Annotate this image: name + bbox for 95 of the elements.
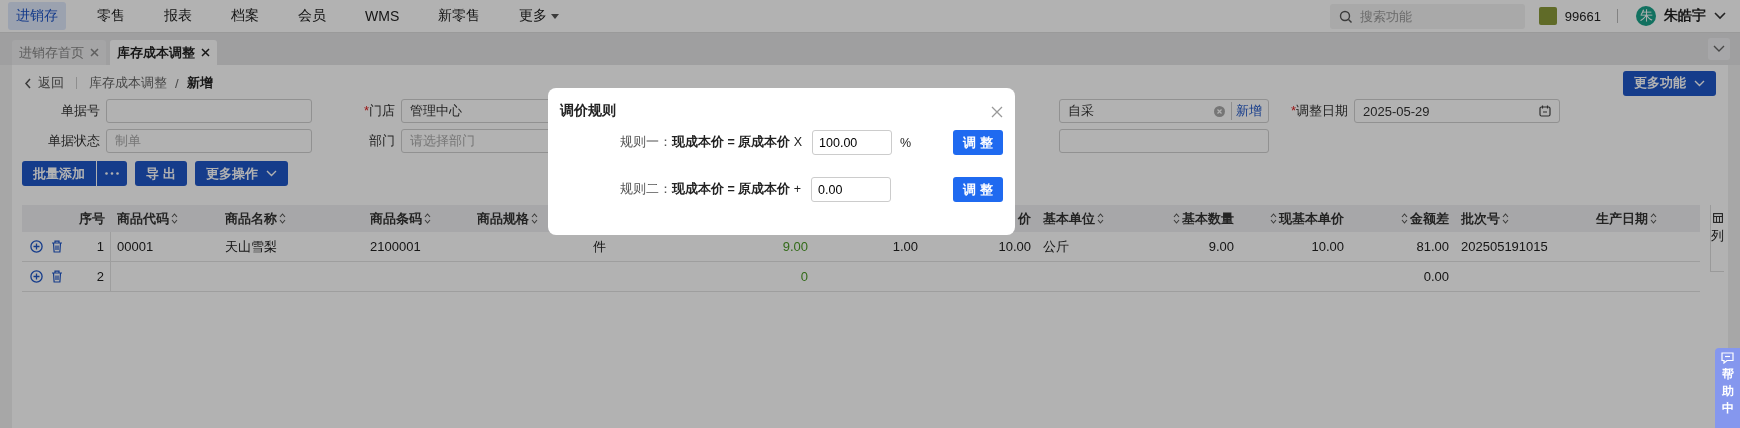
user-name[interactable]: 朱皓宇	[1664, 7, 1706, 25]
tabs-dropdown-button[interactable]	[1708, 38, 1730, 60]
breadcrumb-link[interactable]: 库存成本调整	[89, 74, 167, 92]
table-cell: 1	[96, 239, 104, 254]
rule-label: 规则一：	[620, 134, 672, 151]
sort-icon[interactable]	[531, 213, 538, 224]
table-cell: 公斤	[1043, 237, 1069, 256]
chevron-down-icon	[1713, 45, 1725, 53]
sort-icon[interactable]	[279, 213, 286, 224]
sort-icon[interactable]	[1401, 213, 1408, 224]
ellipsis-icon	[105, 172, 119, 175]
field-label: *门店	[363, 102, 395, 120]
sort-icon[interactable]	[1097, 213, 1104, 224]
column-settings-button[interactable]: 列	[1710, 205, 1724, 272]
breadcrumb-current: 新增	[186, 74, 213, 92]
add-row-icon[interactable]	[30, 270, 43, 283]
column-header[interactable]: 批次号	[1461, 209, 1509, 228]
column-header[interactable]: 基本数量	[1173, 209, 1234, 228]
column-header[interactable]: 商品条码	[370, 209, 431, 228]
select-field[interactable]: 自采 新增	[1059, 99, 1269, 123]
field-label: 单据状态	[48, 132, 100, 150]
field-label: *调整日期	[1291, 102, 1349, 120]
column-header[interactable]: 商品规格	[477, 209, 538, 228]
rule-formula: 现成本价 = 原成本价 X	[672, 134, 803, 151]
column-header[interactable]: 金额差	[1401, 209, 1449, 228]
breadcrumb-separator: /	[175, 75, 179, 91]
nav-menu-item[interactable]: 更多	[511, 2, 568, 30]
input-field[interactable]	[106, 99, 312, 123]
close-icon[interactable]	[201, 48, 210, 57]
sort-icon[interactable]	[424, 213, 431, 224]
nav-menu-item[interactable]: 会员	[290, 2, 334, 30]
page-tab[interactable]: 库存成本调整	[110, 40, 217, 65]
sort-icon[interactable]	[1650, 213, 1657, 224]
field-label: 部门	[369, 132, 395, 150]
field-label: 单据号	[61, 102, 100, 120]
chevron-down-icon[interactable]	[1714, 12, 1726, 20]
unit-label: %	[900, 135, 912, 150]
table-cell: 2100001	[370, 239, 421, 254]
column-header[interactable]: 序号	[79, 209, 105, 228]
table-cell: 202505191015	[1461, 239, 1548, 254]
chevron-down-icon	[265, 170, 277, 177]
chevron-down-icon	[1694, 79, 1705, 87]
sort-icon[interactable]	[171, 213, 178, 224]
chat-icon	[1721, 352, 1734, 364]
more-actions-button[interactable]: 更多操作	[194, 161, 288, 186]
add-row-icon[interactable]	[30, 240, 43, 253]
trash-icon[interactable]	[51, 270, 63, 283]
more-functions-button[interactable]: 更多功能	[1623, 70, 1716, 96]
table-cell: 0.00	[1423, 269, 1449, 284]
sort-icon[interactable]	[1502, 213, 1509, 224]
input-field[interactable]	[1059, 129, 1269, 153]
columns-icon	[1712, 213, 1723, 223]
table-cell: 00001	[117, 239, 154, 254]
date-field[interactable]: 2025-05-29	[1354, 99, 1561, 123]
export-button[interactable]: 导 出	[135, 161, 187, 186]
table-cell: 0	[800, 269, 808, 284]
nav-menu-item[interactable]: 进销存	[8, 2, 66, 30]
account-number: 99661	[1564, 8, 1601, 24]
table-cell: 2	[96, 269, 104, 284]
more-options-button[interactable]	[97, 161, 127, 186]
nav-menu-item[interactable]: 零售	[89, 2, 133, 30]
sort-icon[interactable]	[1270, 213, 1277, 224]
table-cell: 天山雪梨	[225, 237, 277, 256]
trash-icon[interactable]	[51, 240, 63, 253]
column-header[interactable]: 生产日期	[1596, 209, 1657, 228]
table-cell: 1.00	[892, 239, 918, 254]
column-header[interactable]: 现基本单价	[1270, 209, 1344, 228]
column-header[interactable]: 价	[1018, 209, 1031, 228]
table-cell: 件	[592, 237, 606, 256]
search-icon	[1338, 9, 1353, 24]
photo-placeholder	[1538, 7, 1557, 25]
nav-menu-item[interactable]: 档案	[223, 2, 267, 30]
nav-menu-item[interactable]: WMS	[357, 3, 408, 29]
nav-menu-item[interactable]: 报表	[156, 2, 200, 30]
chevron-left-icon	[24, 77, 32, 89]
rule-label: 规则二：	[620, 181, 672, 198]
table-cell: 9.00	[782, 239, 808, 254]
adjust-button[interactable]: 调 整	[953, 177, 1003, 202]
back-link[interactable]: 返回	[22, 74, 64, 92]
sort-icon[interactable]	[1173, 213, 1180, 224]
column-header[interactable]: 商品名称	[225, 209, 286, 228]
table-cell: 9.00	[1208, 239, 1234, 254]
rule-formula: 现成本价 = 原成本价 +	[672, 181, 802, 198]
add-link[interactable]: 新增	[1231, 102, 1266, 120]
input-field[interactable]: 0.00	[811, 177, 892, 202]
column-header[interactable]: 基本单位	[1043, 209, 1104, 228]
search-field[interactable]: 搜索功能	[1329, 3, 1525, 29]
adjust-button[interactable]: 调 整	[953, 130, 1003, 155]
table-cell: 10.00	[1311, 239, 1344, 254]
column-header[interactable]: 商品代码	[117, 209, 178, 228]
batch-add-button[interactable]: 批量添加	[22, 161, 96, 186]
nav-menu-item[interactable]: 新零售	[430, 2, 489, 30]
input-field[interactable]: 100.00	[812, 130, 893, 155]
table-cell: 81.00	[1416, 239, 1449, 254]
table-cell: 10.00	[998, 239, 1031, 254]
